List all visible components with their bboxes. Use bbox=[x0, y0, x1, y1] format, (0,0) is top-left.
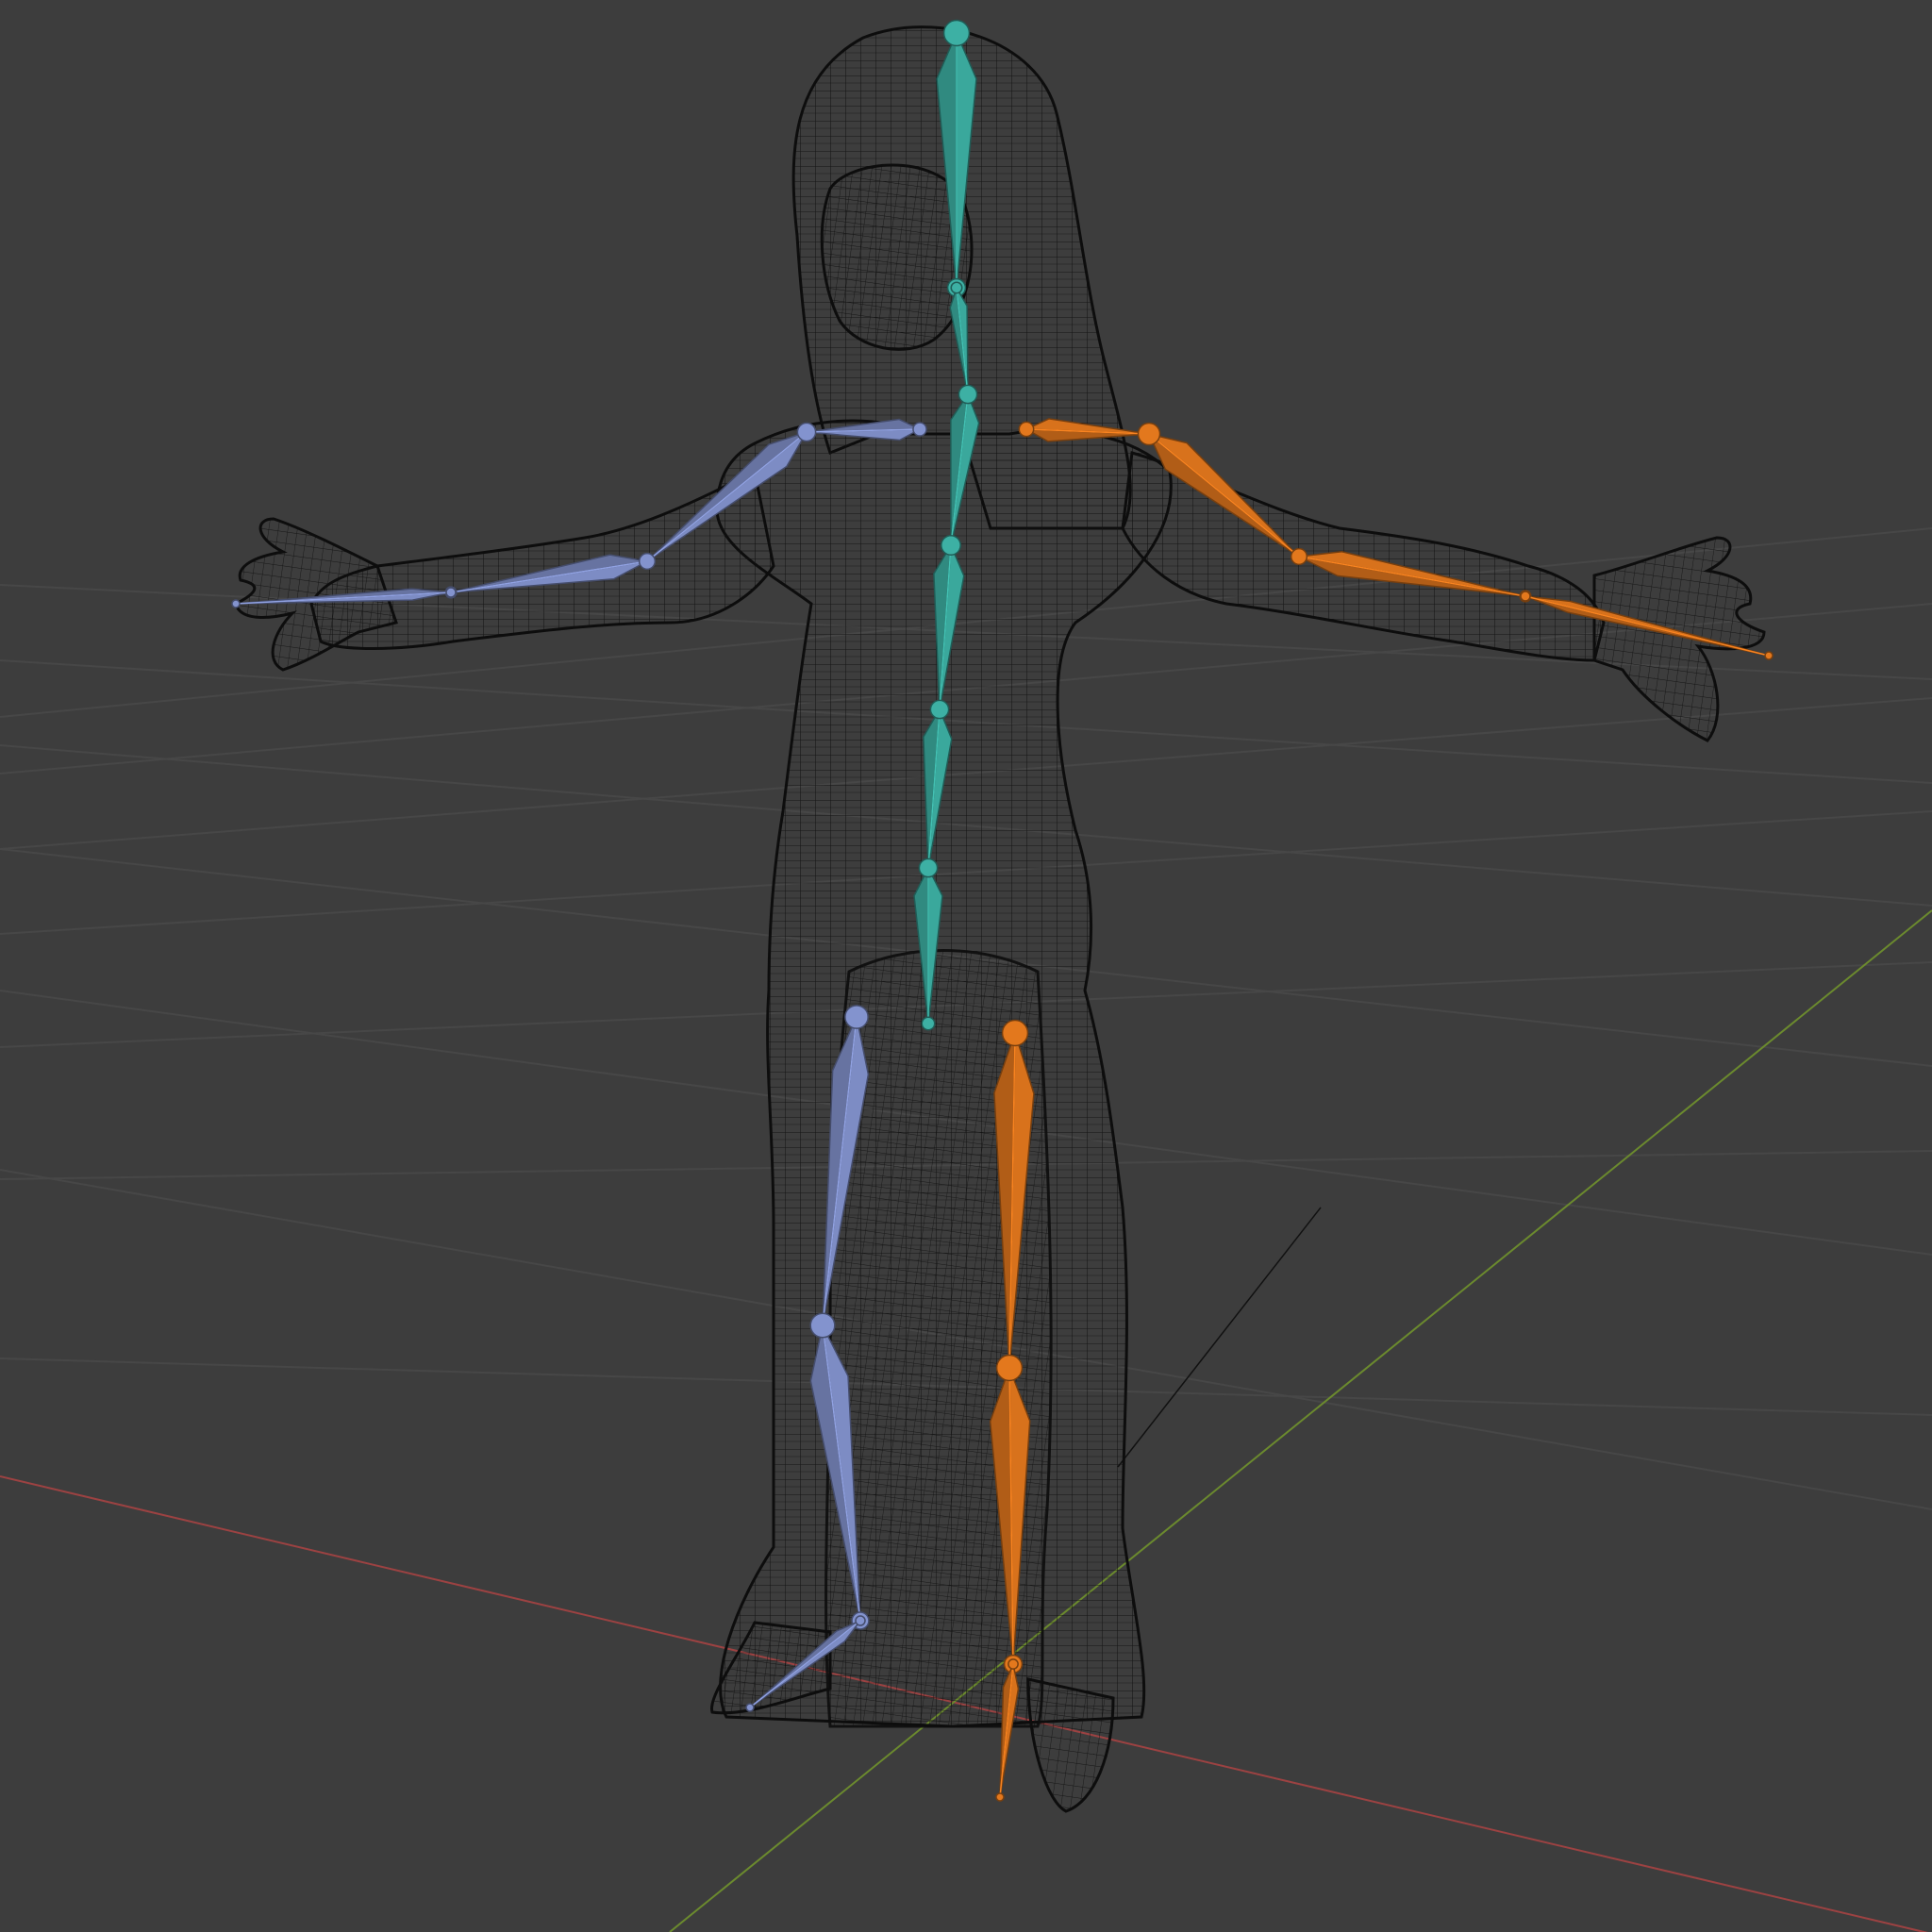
bone-left-upper-arm-head-joint[interactable] bbox=[796, 422, 817, 442]
bone-right-foot-head-joint[interactable] bbox=[1008, 1658, 1019, 1670]
3d-viewport[interactable] bbox=[0, 0, 1932, 1932]
bone-left-clavicle-head-joint[interactable] bbox=[912, 422, 927, 437]
viewport-canvas[interactable] bbox=[0, 0, 1932, 1932]
bone-center-hips-tail-joint[interactable] bbox=[921, 1016, 936, 1031]
bone-right-hand-head-joint[interactable] bbox=[1520, 591, 1531, 602]
right-foot-mesh bbox=[1026, 1677, 1115, 1813]
right-hand-mesh bbox=[1592, 536, 1766, 742]
bone-left-shin-head-joint[interactable] bbox=[809, 1312, 836, 1339]
character-wireframe-mesh[interactable] bbox=[234, 25, 1766, 1813]
bone-center-spine-3-head-joint[interactable] bbox=[958, 384, 978, 405]
bone-center-spine-1-head-joint[interactable] bbox=[929, 699, 950, 720]
empty-object-line bbox=[1117, 1207, 1322, 1468]
bone-center-spine-2-head-joint[interactable] bbox=[941, 535, 961, 556]
bone-left-foot-tail-joint[interactable] bbox=[745, 1703, 755, 1712]
bone-left-hand-head-joint[interactable] bbox=[445, 587, 457, 598]
bone-center-hips-head-joint[interactable] bbox=[918, 858, 939, 878]
bone-right-forearm-head-joint[interactable] bbox=[1290, 547, 1308, 566]
bone-left-foot-head-joint[interactable] bbox=[855, 1615, 866, 1626]
bone-right-foot-tail-joint[interactable] bbox=[995, 1792, 1005, 1802]
bone-left-thigh-head-joint[interactable] bbox=[844, 1005, 869, 1029]
bone-right-upper-arm-head-joint[interactable] bbox=[1137, 422, 1161, 446]
bone-right-hand-tail-joint[interactable] bbox=[1764, 651, 1774, 660]
bone-center-head-head-joint[interactable] bbox=[942, 19, 971, 47]
bone-left-hand-tail-joint[interactable] bbox=[231, 599, 241, 608]
bone-right-clavicle-head-joint[interactable] bbox=[1018, 421, 1035, 438]
bone-right-shin-head-joint[interactable] bbox=[995, 1354, 1024, 1382]
bone-center-neck-head-joint[interactable] bbox=[950, 281, 963, 294]
bone-right-thigh-head-joint[interactable] bbox=[1001, 1019, 1029, 1047]
bone-left-forearm-head-joint[interactable] bbox=[638, 552, 657, 571]
